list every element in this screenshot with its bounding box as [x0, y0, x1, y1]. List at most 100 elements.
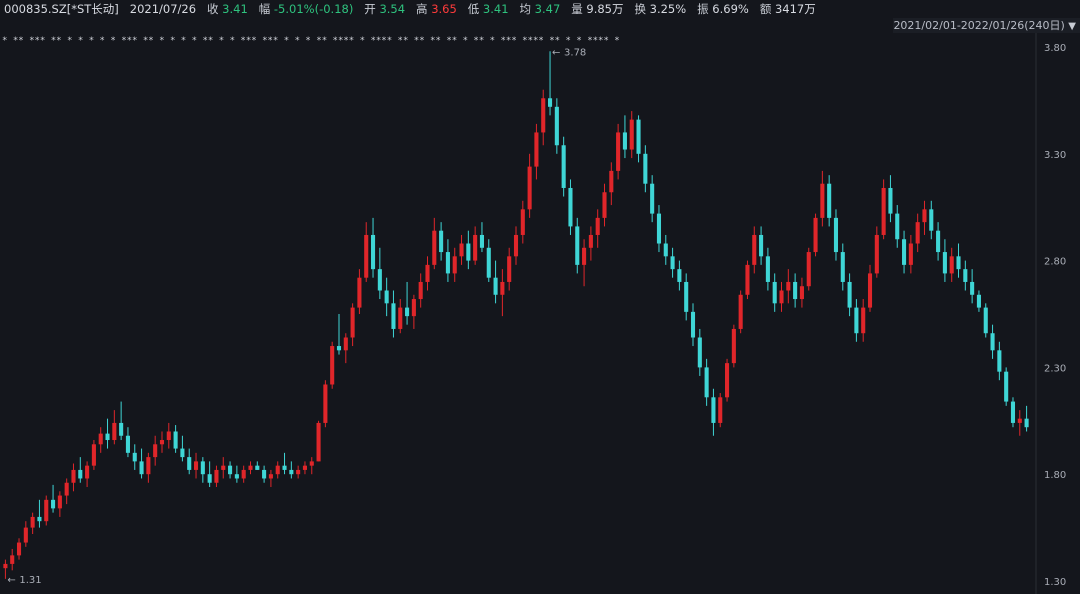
candle-body [479, 234, 485, 248]
candle-body [854, 307, 859, 334]
candle [330, 341, 335, 389]
y-tick-label: 2.80 [1044, 257, 1066, 268]
candle-body [241, 469, 246, 479]
candle-body [384, 290, 389, 304]
candle [765, 247, 770, 291]
candle [895, 205, 900, 248]
candle-body [970, 281, 975, 295]
avg-label: 均 [519, 2, 532, 16]
candle-body [936, 230, 941, 253]
candle [187, 448, 192, 475]
min-price-label: 1.31 [19, 575, 41, 586]
candle-body [636, 119, 641, 154]
candle [173, 425, 178, 453]
candle [391, 290, 396, 338]
candle-body [507, 256, 512, 282]
candle [970, 269, 975, 304]
candle-body [132, 452, 137, 462]
open-label: 开 [364, 2, 376, 16]
candle-body [697, 337, 702, 368]
amplitude-label: 振 [697, 2, 709, 16]
y-tick-label: 2.30 [1044, 363, 1066, 374]
candle [146, 452, 151, 483]
candle-body [51, 499, 56, 509]
candle-body [799, 286, 804, 300]
triangle-down-icon[interactable]: ▼ [1068, 21, 1076, 32]
candle-body [445, 252, 450, 274]
candle [520, 200, 525, 244]
candle [582, 239, 587, 287]
candle [793, 273, 798, 308]
candle-body [248, 465, 253, 470]
candle [37, 499, 42, 528]
candle-body [336, 346, 342, 351]
candle-body [997, 350, 1002, 372]
candle-body [725, 363, 730, 398]
candle-body [806, 252, 811, 287]
candle [439, 222, 444, 261]
candle [159, 431, 165, 453]
candle-body [200, 461, 205, 475]
candle-body [316, 422, 321, 462]
candle [942, 239, 947, 282]
candle-body [582, 247, 587, 265]
quote-header: 000835.SZ[*ST长动] 2021/07/26 收 3.41 幅 -5.… [0, 0, 1080, 18]
candle [711, 388, 716, 436]
candle-body [963, 269, 968, 282]
amplitude-value: 6.69% [712, 2, 749, 16]
candle [91, 440, 96, 470]
candle-body [173, 431, 178, 449]
candle-body [473, 234, 478, 261]
candle-body [214, 469, 219, 483]
candle [867, 264, 873, 312]
candle-body [643, 153, 648, 184]
candle-body [309, 461, 314, 466]
quote-date: 2021/07/26 [129, 2, 197, 16]
turnover-value: 3.25% [649, 2, 687, 16]
candle [779, 281, 784, 312]
candle-body [622, 132, 627, 150]
candle-body [323, 384, 328, 423]
candle-body [153, 444, 158, 458]
candle [616, 123, 621, 180]
candle-body [983, 307, 988, 334]
candle-body [820, 183, 825, 218]
candle-body [112, 422, 117, 441]
candle-body [534, 132, 539, 167]
candle-body [16, 542, 22, 556]
candle-body [690, 311, 696, 338]
candle [30, 512, 35, 535]
high-label: 高 [416, 2, 428, 16]
candle-body [296, 469, 301, 475]
amount-label: 额 [759, 2, 772, 16]
close-label: 收 [207, 2, 219, 16]
candle-body [1024, 418, 1029, 428]
candle [806, 247, 811, 291]
candle [997, 341, 1002, 381]
candle [364, 222, 369, 282]
candle [813, 213, 818, 257]
change-label: 幅 [258, 2, 271, 16]
candlestick-chart[interactable]: * ** *** ** * * * * * *** ** * * * * ** … [0, 33, 1080, 594]
candle-body [759, 234, 764, 257]
open-value: 3.54 [379, 2, 406, 16]
candle [976, 290, 981, 312]
candle-body [786, 281, 791, 291]
candle [10, 548, 15, 571]
candle-body [289, 469, 294, 475]
candle-body [527, 166, 532, 210]
candle [854, 299, 859, 342]
candle-body [752, 234, 757, 265]
candle-body [343, 337, 348, 351]
candle-body [554, 106, 559, 146]
stock-code[interactable]: 000835.SZ[*ST长动] [4, 2, 119, 16]
date-range-selector[interactable]: 2021/02/01-2022/01/26(240日) ▼ [893, 18, 1080, 33]
candle-body [10, 555, 15, 564]
candle [677, 260, 682, 291]
candle-body [772, 281, 777, 304]
candle [479, 222, 485, 253]
candle [929, 200, 934, 240]
candle [561, 136, 566, 197]
candle [670, 247, 675, 278]
candle-body [23, 527, 28, 543]
